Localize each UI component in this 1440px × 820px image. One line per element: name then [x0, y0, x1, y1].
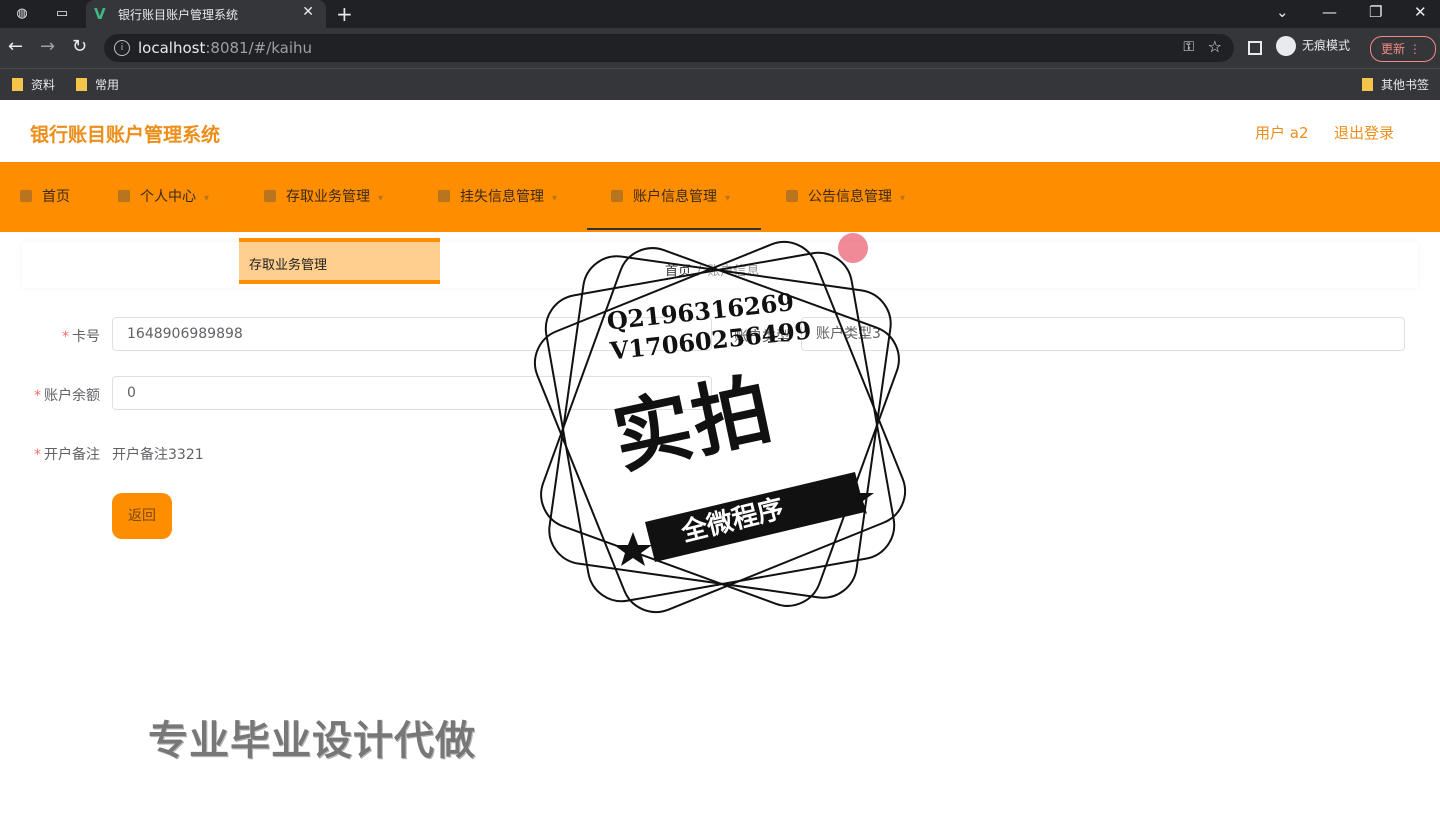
chevron-down-icon: ▾: [552, 193, 558, 204]
nav-item-account-info[interactable]: 账户信息管理 ▾: [587, 162, 761, 230]
incognito-label: 无痕模式: [1302, 38, 1351, 53]
reload-icon[interactable]: ↻: [72, 37, 87, 57]
back-button[interactable]: 返回: [112, 493, 172, 539]
bookmark-folder-ziliao[interactable]: 资料: [12, 76, 55, 93]
nav-label: 账户信息管理: [633, 189, 717, 205]
globe-icon[interactable]: ◍: [14, 6, 30, 22]
nav-item-home[interactable]: 首页: [20, 162, 70, 232]
nav-label: 挂失信息管理: [460, 189, 544, 205]
logout-link[interactable]: 退出登录: [1334, 122, 1394, 143]
update-label: 更新: [1381, 42, 1406, 56]
chevron-down-icon: ▾: [204, 193, 210, 204]
remark-label: * 开户备注: [34, 447, 100, 463]
restore-icon[interactable]: ❐: [1369, 3, 1382, 21]
nav-label: 个人中心: [140, 189, 196, 205]
folder-icon: [12, 78, 23, 91]
app-header: 银行账目账户管理系统 用户 a2 退出登录: [0, 100, 1440, 163]
bookmark-folder-changyong[interactable]: 常用: [76, 76, 119, 93]
url-text: localhost:8081/#/kaihu: [138, 39, 313, 57]
minimize-icon[interactable]: —: [1322, 3, 1337, 21]
home-icon: [20, 190, 32, 202]
bookmark-star-icon[interactable]: ☆: [1208, 37, 1222, 56]
app-title: 银行账目账户管理系统: [30, 124, 221, 146]
incognito-icon: [1276, 36, 1296, 56]
account-icon: [611, 190, 623, 202]
card-number-label: * 卡号: [62, 329, 100, 345]
bookmark-label: 常用: [95, 78, 120, 92]
tab-close-icon[interactable]: ✕: [302, 4, 314, 20]
bookmark-label: 资料: [31, 78, 56, 92]
current-user: 用户 a2: [1255, 124, 1309, 142]
notice-icon: [786, 190, 798, 202]
forward-arrow-icon[interactable]: →: [40, 37, 55, 57]
close-window-icon[interactable]: ✕: [1414, 3, 1427, 21]
folder-icon: [76, 78, 87, 91]
browser-tab[interactable]: V 银行账目账户管理系统 ✕: [86, 0, 326, 28]
report-loss-icon: [438, 190, 450, 202]
bookmark-label: 其他书签: [1381, 78, 1430, 92]
main-nav: 首页 个人中心 ▾ 存取业务管理 ▾ 挂失信息管理 ▾ 账户信息管理 ▾ 公告信息管理 ▾: [0, 162, 1440, 232]
deposit-icon: [264, 190, 276, 202]
browser-tab-strip: ◍ ▭ V 银行账目账户管理系统 ✕ + ⌄ — ❐ ✕: [0, 0, 1440, 28]
dropdown-submenu: 存取业务管理: [239, 238, 440, 284]
user-icon: [118, 190, 130, 202]
incognito-indicator[interactable]: 无痕模式: [1276, 36, 1350, 56]
other-bookmarks[interactable]: 其他书签: [1362, 76, 1429, 93]
folder-icon: [1362, 78, 1373, 91]
submenu-item-deposit-withdraw[interactable]: 存取业务管理: [249, 254, 327, 273]
nav-label: 首页: [42, 189, 70, 205]
remark-value: 开户备注3321: [112, 447, 204, 463]
nav-item-deposit-withdraw[interactable]: 存取业务管理 ▾: [264, 162, 383, 232]
back-arrow-icon[interactable]: ←: [8, 37, 23, 57]
nav-item-report-loss[interactable]: 挂失信息管理 ▾: [438, 162, 557, 232]
new-tab-icon[interactable]: +: [336, 2, 353, 26]
tab-title: 银行账目账户管理系统: [118, 8, 239, 22]
address-bar[interactable]: i localhost:8081/#/kaihu ⚿ ☆: [104, 34, 1234, 62]
tab-search-icon[interactable]: ▭: [54, 6, 70, 22]
update-button[interactable]: 更新 ⋮: [1370, 36, 1436, 62]
nav-item-personal-center[interactable]: 个人中心 ▾: [118, 162, 209, 232]
chevron-down-icon: ▾: [900, 193, 906, 204]
vue-logo-icon: V: [94, 5, 106, 23]
nav-label: 公告信息管理: [808, 189, 892, 205]
nav-item-notice[interactable]: 公告信息管理 ▾: [786, 162, 905, 232]
watermark-text: 专业毕业设计代做: [148, 718, 476, 764]
site-info-icon[interactable]: i: [114, 40, 130, 56]
side-panel-icon[interactable]: [1248, 41, 1262, 55]
bookmarks-bar: 资料 常用 其他书签: [0, 68, 1440, 100]
nav-label: 存取业务管理: [286, 189, 370, 205]
address-toolbar: ← → ↻ i localhost:8081/#/kaihu ⚿ ☆: [0, 28, 1440, 68]
balance-label: * 账户余额: [34, 388, 100, 404]
chevron-down-icon: ▾: [378, 193, 384, 204]
password-key-icon[interactable]: ⚿: [1183, 39, 1194, 55]
chevron-down-icon: ▾: [725, 193, 731, 204]
tab-list-chevron-icon[interactable]: ⌄: [1276, 3, 1289, 21]
